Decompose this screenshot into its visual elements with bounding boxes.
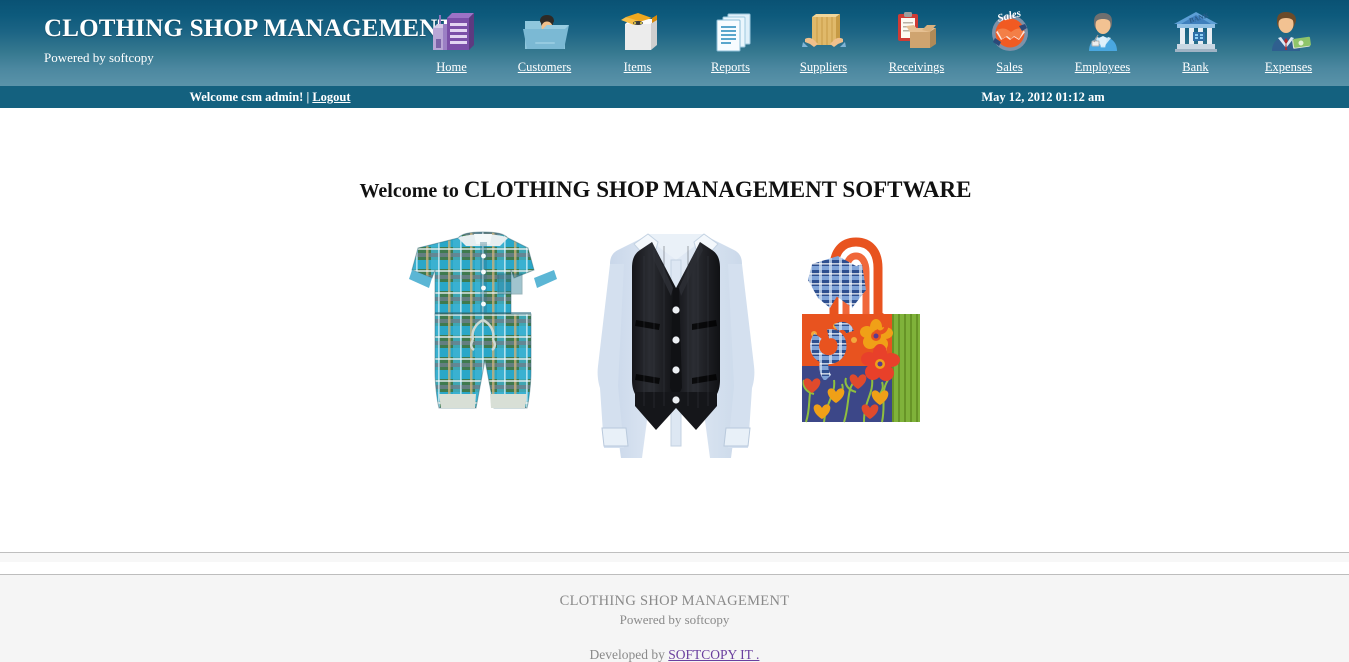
- nav-label-items: Items: [623, 60, 652, 74]
- nav-item-suppliers[interactable]: Suppliers: [777, 0, 870, 86]
- footer-developer: Developed by SOFTCOPY IT .: [0, 646, 1349, 662]
- nav-label-receivings: Receivings: [888, 60, 945, 74]
- main-content: Welcome to CLOTHING SHOP MANAGEMENT SOFT…: [0, 108, 1349, 538]
- nav-label-suppliers: Suppliers: [799, 60, 848, 74]
- clipboard-carton-icon: [890, 6, 944, 56]
- nav-label-customers: Customers: [517, 60, 572, 74]
- handshake-sales-icon: Sales: [983, 6, 1037, 56]
- site-footer: CLOTHING SHOP MANAGEMENT Powered by soft…: [0, 574, 1349, 662]
- hands-holding-box-icon: [797, 6, 851, 56]
- nav-item-bank[interactable]: BANK Bank: [1149, 0, 1242, 86]
- employee-badge-icon: [1076, 6, 1130, 56]
- open-box-icon: [611, 6, 665, 56]
- brand-title: CLOTHING SHOP MANAGEMENT: [44, 15, 455, 42]
- logout-link[interactable]: Logout: [312, 90, 350, 104]
- page-title-main: CLOTHING SHOP MANAGEMENT SOFTWARE: [463, 177, 972, 202]
- main-navigation: Home Customers Items Reports Suppliers R…: [405, 0, 1335, 86]
- site-header: CLOTHING SHOP MANAGEMENT Powered by soft…: [0, 0, 1349, 86]
- page-title-lead: Welcome to: [359, 180, 464, 202]
- developer-link[interactable]: SOFTCOPY IT .: [668, 647, 759, 662]
- office-building-icon: [425, 6, 479, 56]
- brand: CLOTHING SHOP MANAGEMENT Powered by soft…: [44, 14, 454, 67]
- product-image-floral-tote: [784, 216, 934, 436]
- footer-subtitle: Powered by softcopy: [619, 612, 730, 627]
- nav-item-home[interactable]: Home: [405, 0, 498, 86]
- nav-label-reports: Reports: [711, 60, 750, 74]
- product-gallery: [0, 216, 1331, 486]
- nav-item-items[interactable]: Items: [591, 0, 684, 86]
- user-status-bar: Welcome csm admin! | Logout May 12, 2012…: [0, 86, 1349, 108]
- nav-label-bank: Bank: [1182, 60, 1209, 74]
- footer-title: CLOTHING SHOP MANAGEMENT: [559, 593, 790, 609]
- nav-item-customers[interactable]: Customers: [498, 0, 591, 86]
- nav-label-employees: Employees: [1074, 60, 1131, 74]
- nav-label-sales: Sales: [996, 60, 1023, 74]
- footer-divider-top: [0, 552, 1349, 562]
- nav-label-expenses: Expenses: [1264, 60, 1313, 74]
- footer-divider-gap: [0, 562, 1349, 574]
- nav-item-expenses[interactable]: Expenses: [1242, 0, 1335, 86]
- product-image-plaid-romper: [398, 216, 568, 446]
- folder-person-icon: [518, 6, 572, 56]
- welcome-text: Welcome csm admin! |: [189, 90, 313, 104]
- nav-item-employees[interactable]: Employees: [1056, 0, 1149, 86]
- brand-subtitle: Powered by softcopy: [44, 50, 154, 65]
- nav-item-receivings[interactable]: Receivings: [870, 0, 963, 86]
- businessman-money-icon: [1262, 6, 1316, 56]
- nav-item-sales[interactable]: Sales Sales: [963, 0, 1056, 86]
- welcome-message: Welcome csm admin! | Logout: [0, 86, 540, 108]
- bank-building-icon: BANK: [1169, 6, 1223, 56]
- page-title: Welcome to CLOTHING SHOP MANAGEMENT SOFT…: [0, 177, 1331, 203]
- footer-gap: [0, 538, 1349, 552]
- nav-label-home: Home: [436, 60, 467, 74]
- footer-developed-by-text: Developed by: [589, 647, 669, 662]
- documents-stack-icon: [704, 6, 758, 56]
- current-datetime: May 12, 2012 01:12 am: [981, 90, 1105, 104]
- nav-item-reports[interactable]: Reports: [684, 0, 777, 86]
- product-image-vest-shirt: [576, 216, 776, 481]
